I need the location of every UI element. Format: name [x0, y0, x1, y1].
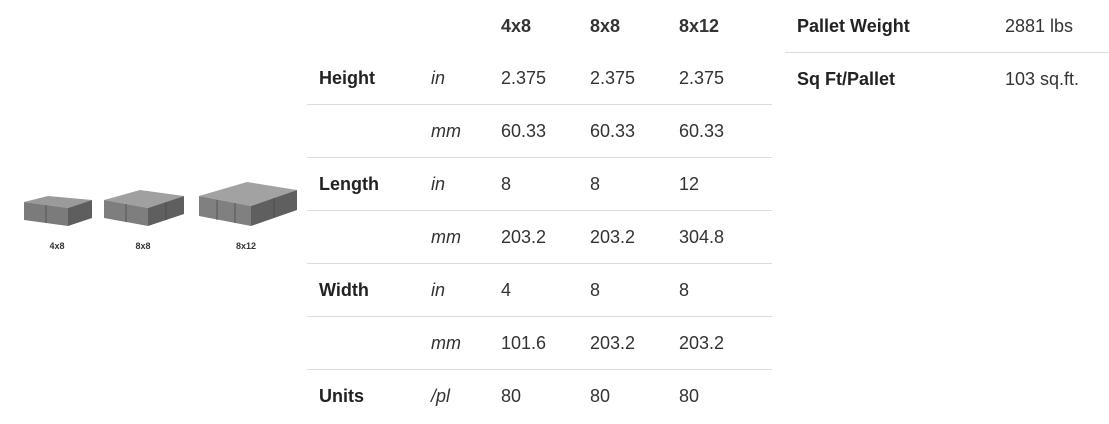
paver-caption: 4x8	[49, 241, 65, 251]
header-blank	[307, 0, 431, 52]
table-row: mm 203.2 203.2 304.8	[307, 210, 772, 264]
row-label	[307, 104, 431, 158]
unit-label: mm	[431, 316, 501, 370]
table-cell: 8	[590, 157, 679, 211]
table-row: mm 60.33 60.33 60.33	[307, 104, 772, 158]
column-header: 8x8	[590, 15, 621, 36]
unit-label: in	[431, 67, 446, 88]
pallet-label: Pallet Weight	[797, 15, 910, 36]
specifications-table: 4x8 8x8 8x12 Height in 2.375 2.375 2.375 mm 60…	[307, 0, 772, 422]
row-label	[307, 316, 431, 370]
table-cell: 60.33	[501, 104, 590, 158]
unit-label: in	[431, 157, 501, 211]
pallet-label: Sq Ft/Pallet	[785, 52, 1005, 105]
paver-8x8-image	[104, 190, 184, 226]
table-cell: 80	[501, 369, 590, 422]
pallet-info-table: Pallet Weight 2881 lbs Sq Ft/Pallet 103 sq.…	[785, 0, 1109, 105]
unit-label: /pl	[431, 369, 501, 422]
table-cell: 203.2	[501, 210, 590, 264]
table-cell: 8	[501, 157, 590, 211]
table-cell: 80	[679, 369, 772, 422]
unit-label: in	[431, 263, 501, 317]
pallet-row: Pallet Weight 2881 lbs	[785, 0, 1109, 53]
unit-label: mm	[431, 210, 501, 264]
table-row: Width in 4 8 8	[307, 263, 772, 317]
row-label: Units	[307, 369, 431, 422]
paver-8x12-image	[199, 182, 297, 226]
table-cell: 2.375	[590, 67, 636, 88]
table-cell: 203.2	[590, 316, 679, 370]
header-blank	[431, 0, 501, 52]
column-header: 8x12	[679, 15, 720, 36]
table-cell: 2.375	[501, 67, 547, 88]
column-header: 4x8	[501, 15, 532, 36]
table-row: Height in 2.375 2.375 2.375	[307, 52, 772, 105]
table-cell: 8	[590, 263, 679, 317]
table-cell: 203.2	[590, 210, 679, 264]
table-cell: 60.33	[679, 104, 772, 158]
table-row: mm 101.6 203.2 203.2	[307, 316, 772, 370]
paver-illustrations: 4x8 8x8 8x12	[0, 0, 300, 424]
pallet-value: 103 sq.ft.	[1005, 52, 1109, 105]
paver-caption: 8x12	[235, 241, 257, 251]
row-label: Height	[319, 67, 375, 88]
paver-caption: 8x8	[135, 241, 151, 251]
pallet-row: Sq Ft/Pallet 103 sq.ft.	[785, 52, 1109, 105]
paver-4x8-image	[24, 196, 92, 226]
table-cell: 12	[679, 157, 772, 211]
row-label	[307, 210, 431, 264]
table-cell: 4	[501, 263, 590, 317]
pallet-value: 2881 lbs	[1005, 15, 1074, 36]
row-label: Length	[307, 157, 431, 211]
table-cell: 60.33	[590, 104, 679, 158]
table-cell: 2.375	[679, 67, 725, 88]
table-row: Length in 8 8 12	[307, 157, 772, 211]
table-cell: 8	[679, 263, 772, 317]
table-cell: 101.6	[501, 316, 590, 370]
table-cell: 203.2	[679, 316, 772, 370]
table-cell: 80	[590, 369, 679, 422]
spec-header-row: 4x8 8x8 8x12	[307, 0, 772, 52]
table-cell: 304.8	[679, 210, 772, 264]
table-row: Units/pl 80 80 80	[307, 369, 772, 422]
row-label: Width	[307, 263, 431, 317]
unit-label: mm	[431, 104, 501, 158]
